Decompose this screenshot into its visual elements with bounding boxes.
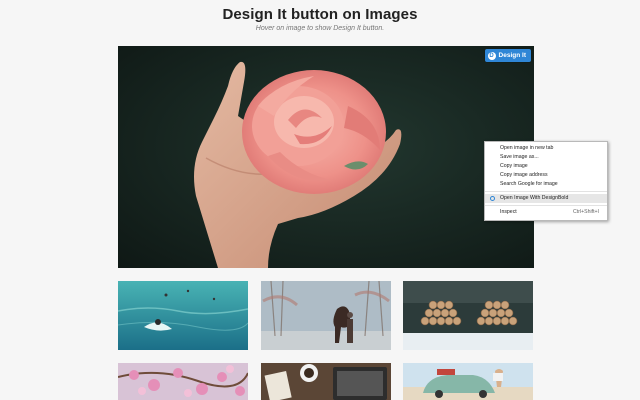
gallery-thumb-logs[interactable] bbox=[403, 281, 533, 350]
menu-separator bbox=[485, 191, 607, 192]
menu-item-open-new-tab[interactable]: Open image in new tab bbox=[485, 144, 607, 153]
surfer-photo bbox=[118, 281, 248, 350]
gallery-thumb-blossoms[interactable] bbox=[118, 363, 248, 400]
gallery-thumb-car[interactable] bbox=[403, 363, 533, 400]
design-it-button[interactable]: D Design It bbox=[484, 49, 531, 62]
menu-item-open-designbold[interactable]: Open Image With DesignBold bbox=[485, 194, 607, 203]
gallery-thumb-desk[interactable] bbox=[261, 363, 391, 400]
menu-item-label: Open Image With DesignBold bbox=[500, 195, 569, 201]
gallery-thumb-surfer[interactable] bbox=[118, 281, 248, 350]
menu-item-copy-image[interactable]: Copy image bbox=[485, 162, 607, 171]
vintage-car-photo bbox=[403, 363, 533, 400]
design-it-label: Design It bbox=[498, 52, 526, 59]
menu-item-label: Search Google for image bbox=[500, 181, 558, 187]
menu-item-copy-address[interactable]: Copy image address bbox=[485, 171, 607, 180]
gallery-thumb-horse[interactable] bbox=[261, 281, 391, 350]
rose-in-hand-photo bbox=[118, 46, 534, 268]
page-subtitle: Hover on image to show Design It button. bbox=[255, 25, 385, 32]
context-menu: Open image in new tab Save image as... C… bbox=[484, 141, 608, 221]
menu-item-label: Copy image address bbox=[500, 172, 548, 178]
menu-item-label: Save image as... bbox=[500, 154, 539, 160]
blossoms-photo bbox=[118, 363, 248, 400]
menu-item-label: Open image in new tab bbox=[500, 145, 554, 151]
hero-image[interactable]: D Design It bbox=[118, 46, 534, 268]
menu-item-inspect[interactable]: Inspect Ctrl+Shift+I bbox=[485, 208, 607, 217]
logs-snow-photo bbox=[403, 281, 533, 350]
page-title: Design It button on Images bbox=[222, 6, 418, 23]
menu-item-shortcut: Ctrl+Shift+I bbox=[573, 209, 599, 215]
designbold-icon bbox=[490, 196, 495, 201]
menu-separator bbox=[485, 205, 607, 206]
desk-photo bbox=[261, 363, 391, 400]
menu-item-label: Copy image bbox=[500, 163, 528, 169]
design-it-logo-icon: D bbox=[487, 51, 496, 60]
horse-forest-photo bbox=[261, 281, 391, 350]
menu-item-save-image[interactable]: Save image as... bbox=[485, 153, 607, 162]
menu-item-search-google[interactable]: Search Google for image bbox=[485, 180, 607, 189]
menu-item-label: Inspect bbox=[500, 209, 517, 215]
